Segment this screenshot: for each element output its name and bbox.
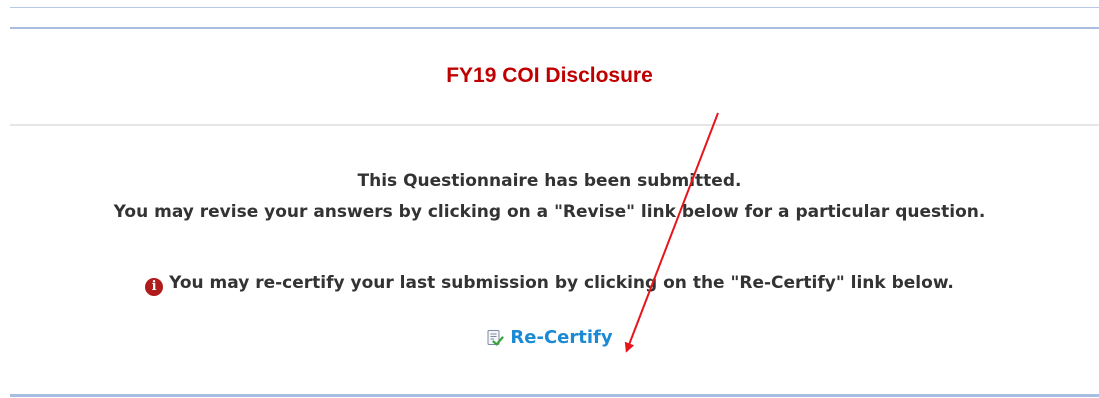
recertify-row: Re-Certify <box>0 327 1099 351</box>
revise-instructions: You may revise your answers by clicking … <box>113 202 986 222</box>
recertify-link-label: Re-Certify <box>510 327 613 348</box>
recertify-link[interactable]: Re-Certify <box>486 327 613 348</box>
page-title: FY19 COI Disclosure <box>446 64 653 87</box>
recertify-notice: i You may re-certify your last submission… <box>0 273 1099 296</box>
submitted-message: This Questionnaire has been submitted. <box>357 171 742 191</box>
header-divider <box>10 27 1099 29</box>
annotation-arrow-line <box>624 112 719 353</box>
questionnaire-page: FY19 COI Disclosure This Questionnaire h… <box>0 0 1099 398</box>
info-circle-icon: i <box>145 278 164 296</box>
top-divider <box>10 7 1099 8</box>
recertify-checklist-icon <box>487 329 505 346</box>
bottom-divider <box>10 394 1099 397</box>
recertify-notice-text: You may re-certify your last submission … <box>169 273 954 293</box>
section-divider <box>10 124 1099 126</box>
